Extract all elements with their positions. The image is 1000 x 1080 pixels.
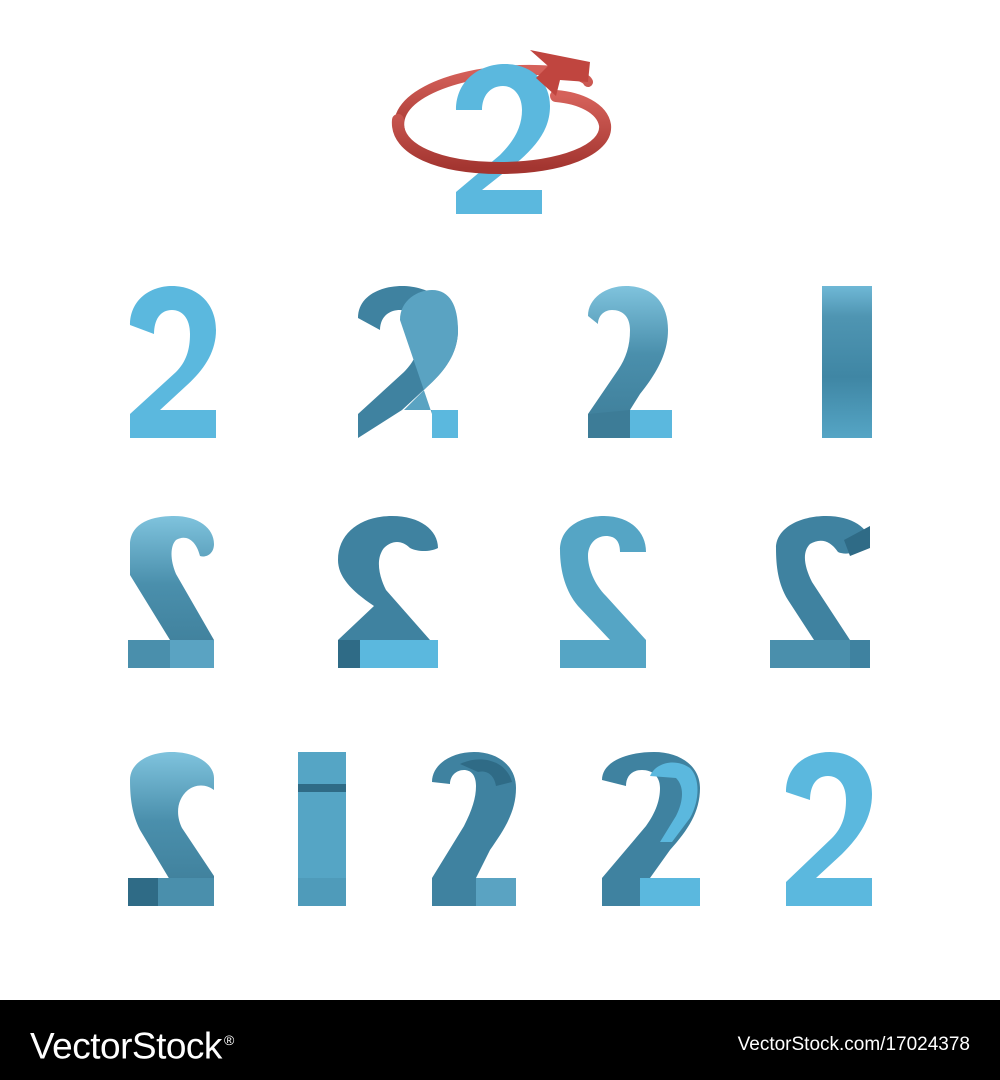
sprite-sheet-canvas	[128, 50, 872, 906]
hero-digit-two	[456, 64, 550, 214]
frame-05-digit	[128, 516, 214, 668]
hero-rotation-icon	[391, 50, 612, 214]
frame-09-digit	[128, 752, 214, 906]
sprite-sheet	[0, 0, 1000, 1000]
frame-08-digit	[770, 516, 870, 668]
frame-07-digit	[560, 516, 646, 668]
brand-logo[interactable]: VectorStock ®	[30, 1018, 234, 1068]
frame-11-digit	[432, 752, 516, 906]
frame-03-digit	[588, 286, 672, 438]
frame-10-digit	[298, 752, 346, 906]
brand-name: VectorStock	[30, 1025, 222, 1067]
frame-02-digit	[358, 286, 458, 438]
frame-04-digit	[822, 286, 872, 438]
registered-mark: ®	[223, 1032, 234, 1048]
frame-06-digit	[338, 516, 438, 668]
watermark-footer: VectorStock ® VectorStock.com/17024378	[0, 1000, 1000, 1080]
frame-01-digit	[130, 286, 216, 438]
image-url[interactable]: VectorStock.com/17024378	[738, 1033, 970, 1057]
frame-13-digit	[786, 752, 872, 906]
frame-12-digit	[602, 752, 700, 906]
